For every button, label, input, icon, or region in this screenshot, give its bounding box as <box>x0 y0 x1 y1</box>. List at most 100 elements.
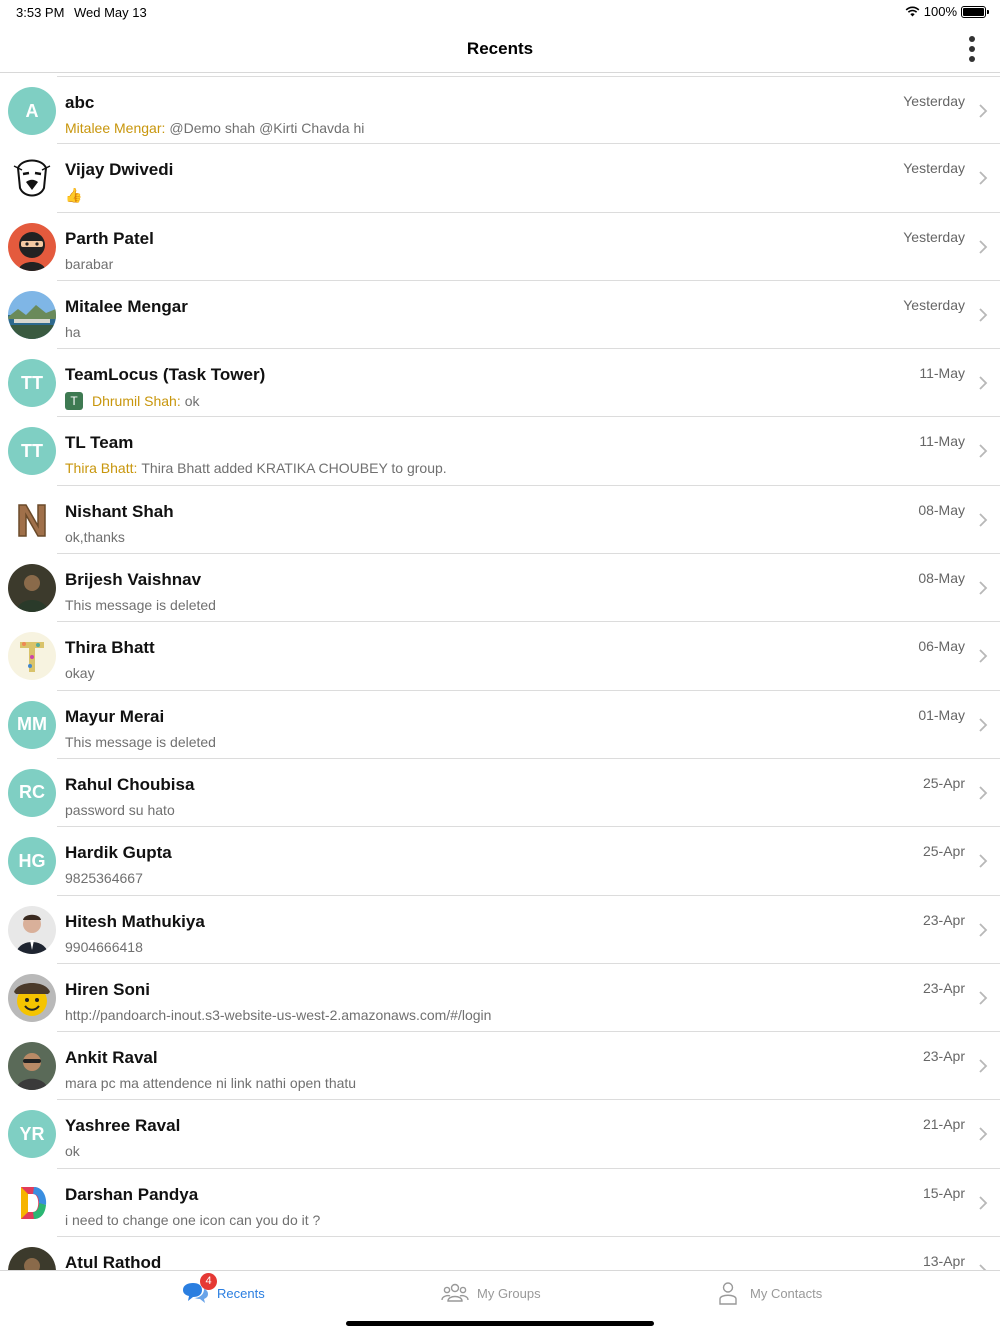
message-preview: ha <box>65 324 81 340</box>
timestamp: 23-Apr <box>922 979 965 996</box>
contact-icon <box>714 1281 742 1305</box>
preview-text: @Demo shah @Kirti Chavda hi <box>169 120 365 136</box>
page-title: Recents <box>466 39 534 58</box>
preview-text: password su hato <box>65 801 175 818</box>
avatar-initials: TT <box>21 440 43 461</box>
message-preview: http://pandoarch-inout.s3-website-us-wes… <box>65 1007 491 1023</box>
chevron-right-icon <box>978 1058 988 1074</box>
message-preview: 9904666418 <box>65 939 143 955</box>
contact-name: Hardik Gupta <box>65 843 172 863</box>
message-preview: password su hato <box>65 802 175 818</box>
chat-row[interactable]: Brijesh Vaishnav This message is deleted 0… <box>8 554 1000 623</box>
contact-name: Parth Patel <box>65 228 154 248</box>
message-preview: ok,thanks <box>65 529 125 545</box>
chat-row[interactable]: Atul Rathod 13-Apr <box>8 1237 1000 1270</box>
chat-row[interactable]: Hitesh Mathukiya 9904666418 23-Apr <box>8 896 1000 964</box>
chevron-right-icon <box>978 512 988 528</box>
more-options-icon[interactable] <box>966 36 978 62</box>
chat-row[interactable]: Thira Bhatt okay 06-May <box>8 622 1000 691</box>
group-icon <box>441 1281 469 1305</box>
person-avatar <box>8 1042 56 1091</box>
preview-text: http://pandoarch-inout.s3-website-us-wes… <box>65 1006 492 1023</box>
chat-row[interactable]: TT TL Team Thira Bhatt: Thira Bhatt added K… <box>8 417 1000 486</box>
chat-row[interactable]: TT TeamLocus (Task Tower) T Dhrumil Shah: ok… <box>8 349 1000 418</box>
message-preview: i need to change one icon can you do it … <box>65 1212 320 1228</box>
avatar: RC <box>8 768 56 817</box>
chevron-right-icon <box>978 239 988 255</box>
message-preview: This message is deleted <box>65 597 216 613</box>
chat-row[interactable]: Hiren Soni http://pandoarch-inout.s3-webs… <box>8 964 1000 1033</box>
contact-name: Hiren Soni <box>65 979 151 999</box>
timestamp: 25-Apr <box>922 843 965 860</box>
contact-name: TeamLocus (Task Tower) <box>65 365 266 385</box>
chat-row[interactable]: Vijay Dwivedi 👍 Yesterday <box>8 144 1000 213</box>
avatar-initials: RC <box>19 782 45 803</box>
contact-name: TL Team <box>65 433 134 453</box>
timestamp: 11-May <box>919 365 965 382</box>
chat-row[interactable]: Mitalee Mengar ha Yesterday <box>8 281 1000 350</box>
chevron-right-icon <box>978 443 988 459</box>
letter-n-avatar <box>8 495 56 544</box>
tab-my-contacts[interactable]: My Contacts <box>714 1281 822 1305</box>
timestamp: 08-May <box>918 501 965 518</box>
preview-text: 👍 <box>65 187 83 204</box>
chat-bubbles-icon: 4 <box>181 1273 217 1305</box>
timestamp: 08-May <box>918 570 965 587</box>
sender-name: Dhrumil Shah: <box>92 393 181 410</box>
contact-name: Darshan Pandya <box>65 1184 199 1204</box>
timestamp: 11-May <box>919 433 965 450</box>
message-preview: ok <box>65 1143 80 1159</box>
avatar-initials: A <box>25 100 39 121</box>
chevron-right-icon <box>978 853 988 869</box>
timestamp: 25-Apr <box>922 774 965 791</box>
timestamp: 23-Apr <box>922 911 965 928</box>
sender-name: Thira Bhatt: <box>65 460 138 477</box>
message-preview: Thira Bhatt: Thira Bhatt added KRATIKA CH… <box>65 460 447 476</box>
status-bar: 3:53 PM Wed May 13 100% <box>0 0 1000 24</box>
letter-d-avatar <box>8 1178 56 1227</box>
battery-icon <box>961 5 989 18</box>
sender-name: Mitalee Mengar: <box>65 120 166 136</box>
message-preview: This message is deleted <box>65 734 216 750</box>
chat-row[interactable]: YR Yashree Raval ok 21-Apr <box>8 1100 1000 1169</box>
chat-row[interactable]: Ankit Raval mara pc ma attendence ni link… <box>8 1032 1000 1101</box>
tab-my-groups[interactable]: My Groups <box>441 1281 541 1305</box>
timestamp: Yesterday <box>903 93 965 109</box>
message-preview: Mitalee Mengar: @Demo shah @Kirti Chavda … <box>65 120 364 136</box>
timestamp: 15-Apr <box>922 1184 965 1201</box>
tab-recents[interactable]: 4 Recents <box>181 1273 265 1305</box>
preview-text: Thira Bhatt added KRATIKA CHOUBEY to gro… <box>141 460 447 477</box>
message-preview: barabar <box>65 256 113 272</box>
contact-name: Hitesh Mathukiya <box>65 911 205 931</box>
chat-row[interactable]: Parth Patel barabar Yesterday <box>8 213 1000 281</box>
avatar: TT <box>8 359 56 408</box>
ninja-avatar <box>8 222 56 271</box>
message-preview: okay <box>65 665 95 681</box>
preview-text: i need to change one icon can you do it … <box>65 1211 321 1228</box>
timestamp: 21-Apr <box>922 1116 965 1133</box>
status-indicators: 100% <box>905 4 989 19</box>
letter-t-avatar <box>8 632 56 681</box>
chevron-right-icon <box>978 648 988 664</box>
recent-chats-list[interactable]: Aabc Mitalee Mengar: @Demo shah @Kirti Cha… <box>0 76 1000 1270</box>
chat-row[interactable]: HG Hardik Gupta 9825364667 25-Apr <box>8 827 1000 896</box>
contact-name: Vijay Dwivedi <box>65 160 174 180</box>
chat-row[interactable]: MM Mayur Merai This message is deleted 01-M… <box>8 691 1000 759</box>
avatar: TT <box>8 427 56 476</box>
chevron-right-icon <box>978 1263 988 1270</box>
contact-name: Brijesh Vaishnav <box>65 570 202 590</box>
preview-text: barabar <box>65 255 114 272</box>
chevron-right-icon <box>978 717 988 733</box>
preview-text: ha <box>65 323 81 340</box>
timestamp: 06-May <box>918 638 965 655</box>
portrait-avatar <box>8 905 56 954</box>
chat-row[interactable]: Nishant Shah ok,thanks 08-May <box>8 486 1000 555</box>
chat-row[interactable]: RC Rahul Choubisa password su hato 25-Apr <box>8 759 1000 828</box>
timestamp: Yesterday <box>903 160 965 177</box>
chevron-right-icon <box>978 1126 988 1142</box>
tab-bar: 4 Recents My Groups My Contacts <box>0 1270 1000 1334</box>
preview-text: This message is deleted <box>65 733 216 750</box>
chat-row[interactable]: Darshan Pandya i need to change one icon … <box>8 1169 1000 1238</box>
chat-row[interactable]: Aabc Mitalee Mengar: @Demo shah @Kirti Cha… <box>8 76 1000 145</box>
contact-name: Thira Bhatt <box>65 638 155 658</box>
